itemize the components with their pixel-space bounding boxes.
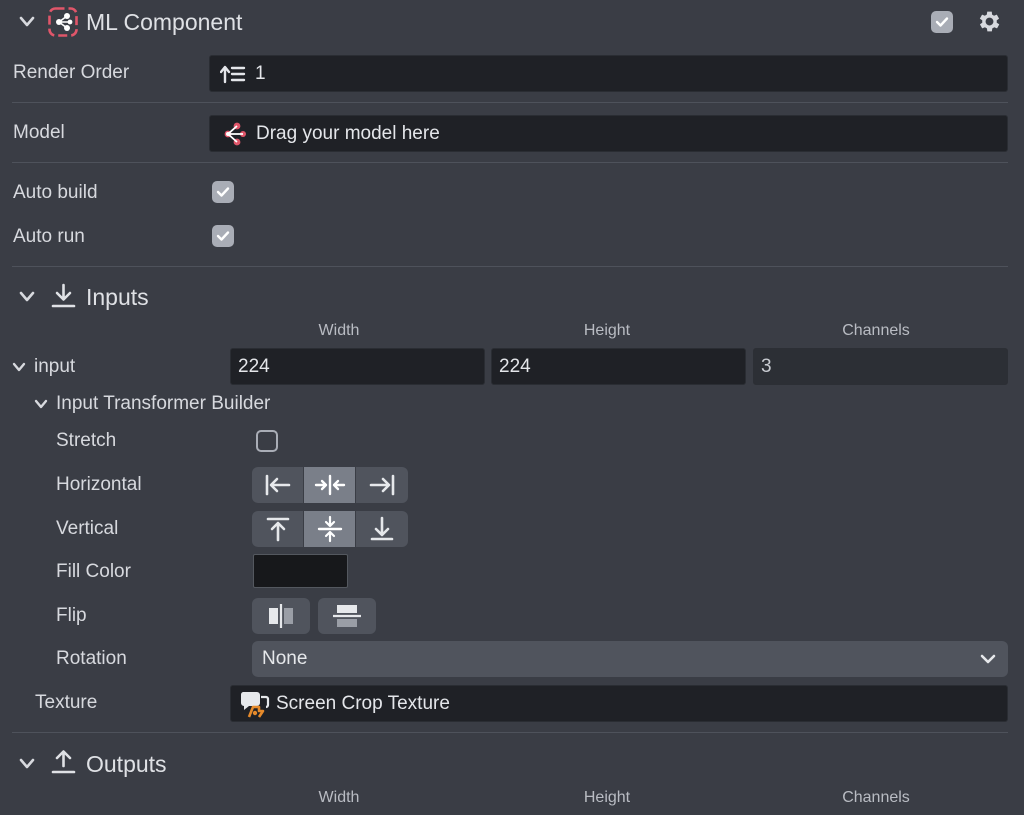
align-left-button[interactable] <box>252 467 304 503</box>
model-label: Model <box>13 122 65 143</box>
inputs-column-channels: Channels <box>842 322 910 339</box>
rotation-value: None <box>262 648 308 669</box>
download-icon <box>51 283 76 308</box>
inputs-title: Inputs <box>86 284 149 310</box>
divider <box>12 162 1008 163</box>
align-center-vertical-button[interactable] <box>304 511 356 547</box>
flip-vertical-icon <box>333 605 361 627</box>
model-drop-field[interactable]: Drag your model here <box>209 115 1008 152</box>
render-order-icon <box>220 65 246 83</box>
auto-run-label: Auto run <box>13 226 85 247</box>
vertical-label: Vertical <box>56 518 119 539</box>
collapse-inputs-chevron-down-icon[interactable] <box>19 290 35 304</box>
input-height-value: 224 <box>499 355 531 377</box>
flip-horizontal-button[interactable] <box>252 598 310 634</box>
rotation-label: Rotation <box>56 648 127 669</box>
collapse-transformer-chevron-down-icon[interactable] <box>34 398 48 410</box>
checkmark-icon <box>216 231 230 241</box>
align-top-icon <box>266 517 289 542</box>
outputs-column-width: Width <box>318 789 360 806</box>
render-order-label: Render Order <box>13 62 130 83</box>
ml-component-icon <box>48 7 78 37</box>
gear-icon[interactable] <box>976 8 1003 35</box>
component-title: ML Component <box>86 9 243 35</box>
auto-build-checkbox[interactable] <box>212 181 234 203</box>
align-bottom-button[interactable] <box>356 511 408 547</box>
transformer-title: Input Transformer Builder <box>56 393 271 414</box>
outputs-title: Outputs <box>86 751 167 777</box>
align-right-button[interactable] <box>356 467 408 503</box>
divider <box>12 266 1008 267</box>
align-center-horizontal-button[interactable] <box>304 467 356 503</box>
align-center-horizontal-icon <box>314 474 345 496</box>
ml-model-icon <box>224 122 246 145</box>
fill-color-label: Fill Color <box>56 561 131 582</box>
divider <box>12 732 1008 733</box>
input-width-field[interactable]: 224 <box>230 348 485 385</box>
flip-vertical-button[interactable] <box>318 598 376 634</box>
input-channels-field: 3 <box>753 348 1008 385</box>
texture-field[interactable]: Screen Crop Texture <box>230 685 1008 722</box>
collapse-outputs-chevron-down-icon[interactable] <box>19 757 35 771</box>
divider <box>12 102 1008 103</box>
input-name: input <box>34 356 76 377</box>
rotation-dropdown[interactable]: None <box>252 641 1008 677</box>
auto-build-label: Auto build <box>13 182 98 203</box>
horizontal-alignment-group <box>252 467 408 503</box>
outputs-column-height: Height <box>583 789 631 806</box>
horizontal-label: Horizontal <box>56 474 142 495</box>
inputs-column-height: Height <box>583 322 631 339</box>
collapse-component-chevron-down-icon[interactable] <box>19 15 35 29</box>
upload-icon <box>51 750 76 774</box>
flip-label: Flip <box>56 605 87 626</box>
auto-run-checkbox[interactable] <box>212 225 234 247</box>
input-width-value: 224 <box>238 355 270 377</box>
texture-label: Texture <box>35 692 98 713</box>
collapse-input-chevron-down-icon[interactable] <box>12 361 26 373</box>
checkmark-icon <box>216 187 230 197</box>
render-order-value: 1 <box>255 62 266 84</box>
align-top-button[interactable] <box>252 511 304 547</box>
vertical-alignment-group <box>252 511 408 547</box>
align-right-icon <box>369 474 395 496</box>
texture-value: Screen Crop Texture <box>276 692 450 714</box>
input-channels-value: 3 <box>761 355 772 377</box>
texture-icon <box>240 691 270 718</box>
align-center-vertical-icon <box>317 515 342 543</box>
stretch-checkbox[interactable] <box>256 430 278 452</box>
flip-horizontal-icon <box>269 604 293 628</box>
outputs-column-channels: Channels <box>842 789 910 806</box>
render-order-field[interactable]: 1 <box>209 55 1008 92</box>
align-left-icon <box>265 474 290 496</box>
chevron-down-icon <box>980 654 996 664</box>
component-enabled-checkbox[interactable] <box>931 11 953 33</box>
model-placeholder: Drag your model here <box>256 122 440 144</box>
input-height-field[interactable]: 224 <box>491 348 746 385</box>
inputs-column-width: Width <box>318 322 360 339</box>
checkmark-icon <box>935 17 949 27</box>
stretch-label: Stretch <box>56 430 117 451</box>
fill-color-swatch[interactable] <box>253 554 348 588</box>
align-bottom-icon <box>370 516 394 541</box>
